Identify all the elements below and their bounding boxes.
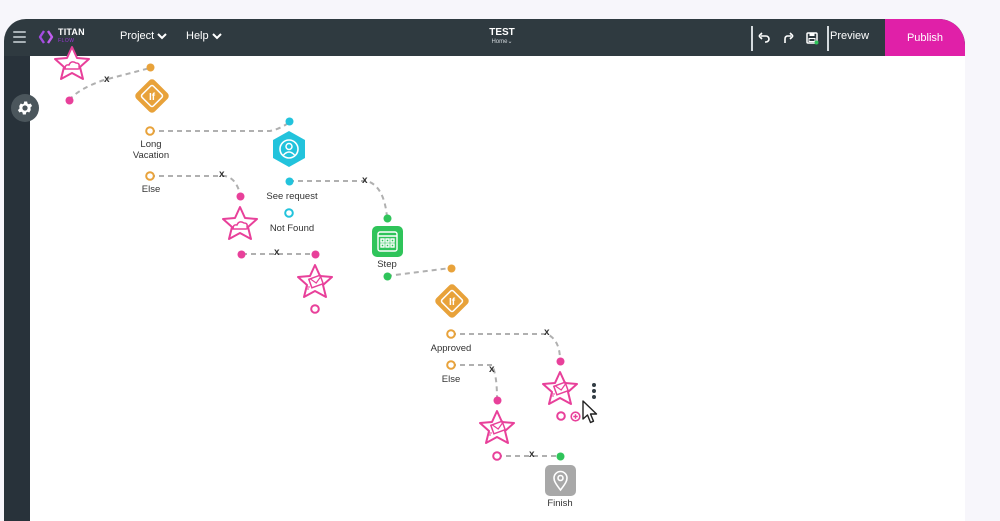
cloud-star-node[interactable] [220, 204, 260, 244]
branch-label-else: Else [141, 184, 161, 195]
branch-label-approved: Approved [430, 343, 472, 354]
step-node[interactable] [372, 226, 403, 257]
input-port[interactable] [285, 117, 294, 126]
page-selector[interactable]: Home⌄ [474, 38, 530, 46]
settings-button[interactable] [11, 94, 39, 122]
output-port[interactable] [310, 304, 320, 314]
if-condition-node[interactable]: If [432, 281, 472, 321]
page-title: TEST [489, 27, 515, 38]
if-icon-label: If [449, 297, 456, 308]
finish-node[interactable] [545, 465, 576, 496]
gear-icon [17, 101, 33, 115]
delete-connector-button[interactable]: x [219, 170, 225, 180]
label-line: Vacation [132, 150, 170, 161]
left-sidebar [4, 56, 30, 521]
input-port[interactable] [311, 250, 320, 259]
delete-connector-button[interactable]: x [489, 365, 495, 375]
redo-icon[interactable] [781, 31, 795, 45]
branch-port-else[interactable] [145, 171, 155, 181]
input-port[interactable] [236, 192, 245, 201]
delete-connector-button[interactable]: x [274, 248, 280, 258]
if-icon-label: If [149, 92, 156, 103]
hamburger-menu-icon[interactable] [13, 31, 26, 43]
user-task-node[interactable] [270, 129, 308, 169]
help-menu[interactable]: Help [186, 30, 222, 42]
email-star-node[interactable] [295, 262, 335, 302]
toolbar-divider [751, 26, 753, 51]
page-title-block[interactable]: TEST Home⌄ [474, 27, 530, 46]
port-label-not-found: Not Found [269, 223, 315, 234]
email-star-node[interactable] [477, 408, 517, 448]
cloud-star-node[interactable] [52, 40, 92, 88]
help-menu-label: Help [186, 30, 209, 42]
preview-button[interactable]: Preview [830, 30, 869, 42]
input-port[interactable] [493, 396, 502, 405]
chevron-down-icon [211, 32, 222, 39]
if-condition-node[interactable]: If [132, 76, 172, 116]
publish-button[interactable]: Publish [885, 19, 965, 56]
branch-label-long-vacation: Long Vacation [122, 139, 180, 161]
input-port[interactable] [146, 63, 155, 72]
top-bar: TITAN FLOW Project Help TEST Home⌄ Previ… [4, 19, 965, 56]
delete-connector-button[interactable]: x [544, 328, 550, 338]
output-port[interactable] [492, 451, 502, 461]
node-label-step: Step [377, 259, 397, 270]
output-port[interactable] [65, 96, 74, 105]
logo-title: TITAN [58, 27, 85, 37]
input-port[interactable] [383, 214, 392, 223]
branch-port-long-vacation[interactable] [145, 126, 155, 136]
input-port[interactable] [447, 264, 456, 273]
save-icon[interactable] [805, 31, 819, 45]
output-port-not-found[interactable] [284, 208, 294, 218]
output-port[interactable] [556, 411, 566, 421]
input-port[interactable] [556, 357, 565, 366]
branch-port-approved[interactable] [446, 329, 456, 339]
project-menu-label: Project [120, 30, 155, 42]
port-label-see-request: See request [266, 191, 318, 202]
toolbar-divider [827, 26, 829, 51]
node-label-finish: Finish [547, 498, 573, 509]
label-line: Long [140, 139, 162, 150]
undo-icon[interactable] [757, 31, 771, 45]
chevron-down-icon: ⌄ [507, 39, 513, 45]
delete-connector-button[interactable]: x [529, 450, 535, 460]
more-options-icon[interactable] [590, 382, 598, 402]
output-port[interactable] [383, 272, 392, 281]
delete-connector-button[interactable]: x [362, 176, 368, 186]
mouse-cursor-icon [582, 400, 598, 424]
branch-port-else[interactable] [446, 360, 456, 370]
page-subtitle: Home [491, 39, 508, 45]
email-star-node[interactable] [540, 369, 580, 409]
chevron-down-icon [157, 32, 167, 39]
output-port-see-request[interactable] [285, 177, 294, 186]
input-port[interactable] [556, 452, 565, 461]
delete-connector-button[interactable]: x [104, 75, 110, 85]
branch-label-else: Else [441, 374, 461, 385]
output-port[interactable] [237, 250, 246, 259]
project-menu[interactable]: Project [120, 30, 167, 42]
add-output-icon[interactable] [570, 411, 581, 422]
